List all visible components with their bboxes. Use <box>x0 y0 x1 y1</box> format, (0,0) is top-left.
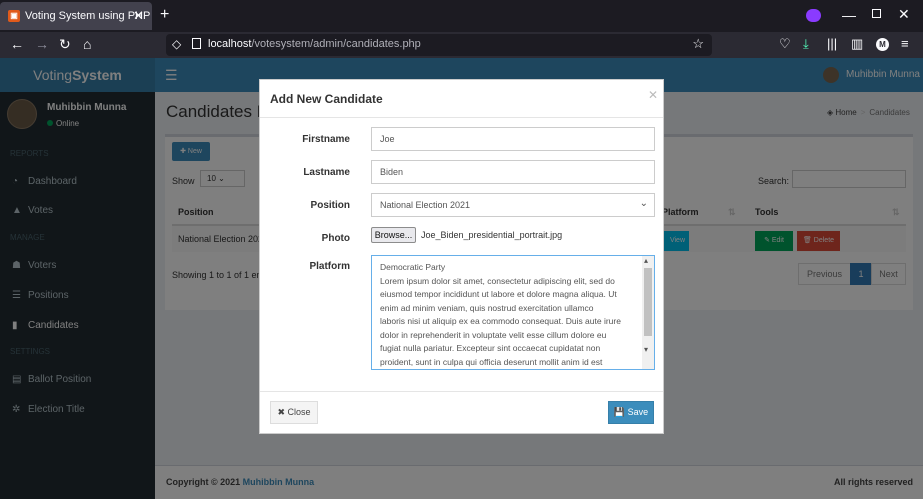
url-text[interactable]: localhost/votesystem/admin/candidates.ph… <box>208 38 421 50</box>
modal-header-divider <box>260 117 663 118</box>
browse-button[interactable]: Browse... <box>371 227 416 243</box>
url-bar[interactable]: ◇ localhost/votesystem/admin/candidates.… <box>166 34 712 56</box>
pocket-icon[interactable]: ♡ <box>779 36 791 52</box>
reload-icon[interactable]: ↻ <box>59 36 71 53</box>
photo-filename: Joe_Biden_presidential_portrait.jpg <box>421 230 563 240</box>
chevron-down-icon: ⌄ <box>639 198 648 209</box>
lastname-field[interactable]: Biden <box>371 160 655 184</box>
save-button[interactable]: 💾 Save <box>608 401 654 424</box>
account-icon[interactable]: M <box>876 38 889 51</box>
position-select[interactable]: National Election 2021 ⌄ <box>371 193 655 217</box>
lastname-label: Lastname <box>303 167 350 178</box>
close-button[interactable]: ✖ Close <box>270 401 318 424</box>
scroll-down-icon[interactable]: ▾ <box>644 345 648 354</box>
add-candidate-modal: Add New Candidate ✕ Firstname Joe Lastna… <box>259 79 664 434</box>
position-label: Position <box>310 200 350 211</box>
photo-label: Photo <box>321 233 350 244</box>
browser-tab[interactable]: ▣ Voting System using PHP ✕ <box>0 2 152 30</box>
firstname-field[interactable]: Joe <box>371 127 655 151</box>
extension-icon[interactable] <box>806 9 821 22</box>
maximize-icon[interactable] <box>872 9 881 18</box>
firstname-label: Firstname <box>302 134 350 145</box>
window-close-icon[interactable]: ✕ <box>898 6 910 23</box>
bookmark-star-icon[interactable]: ☆ <box>692 36 704 52</box>
back-icon[interactable]: ← <box>10 36 24 52</box>
download-icon[interactable]: ⤓ <box>803 36 809 52</box>
library-icon[interactable]: ||| <box>827 36 837 51</box>
modal-title: Add New Candidate <box>270 92 383 106</box>
browser-tab-bar: ▣ Voting System using PHP ✕ + — ✕ <box>0 0 923 32</box>
textarea-scrollbar[interactable]: ▴ ▾ <box>642 256 654 369</box>
scroll-up-icon[interactable]: ▴ <box>644 256 648 265</box>
modal-close-icon[interactable]: ✕ <box>648 88 658 102</box>
platform-label: Platform <box>309 261 350 272</box>
menu-icon[interactable]: ≡ <box>901 36 909 51</box>
favicon-icon: ▣ <box>8 10 20 22</box>
modal-footer-divider <box>260 391 663 392</box>
page-info-icon[interactable] <box>192 38 201 49</box>
tab-title: Voting System using PHP <box>25 10 151 22</box>
tab-close-icon[interactable]: ✕ <box>133 8 144 24</box>
new-tab-icon[interactable]: + <box>160 6 169 24</box>
forward-icon[interactable]: → <box>35 36 49 52</box>
home-icon[interactable]: ⌂ <box>83 36 91 52</box>
scrollbar-thumb[interactable] <box>644 268 652 336</box>
sidebar-toggle-icon[interactable]: ▥ <box>851 36 863 52</box>
platform-textarea[interactable]: Democratic Party Lorem ipsum dolor sit a… <box>371 255 655 370</box>
shield-icon[interactable]: ◇ <box>172 37 181 51</box>
minimize-icon[interactable]: — <box>842 7 856 23</box>
browser-nav-bar: ← → ↻ ⌂ ◇ localhost/votesystem/admin/can… <box>0 32 923 58</box>
